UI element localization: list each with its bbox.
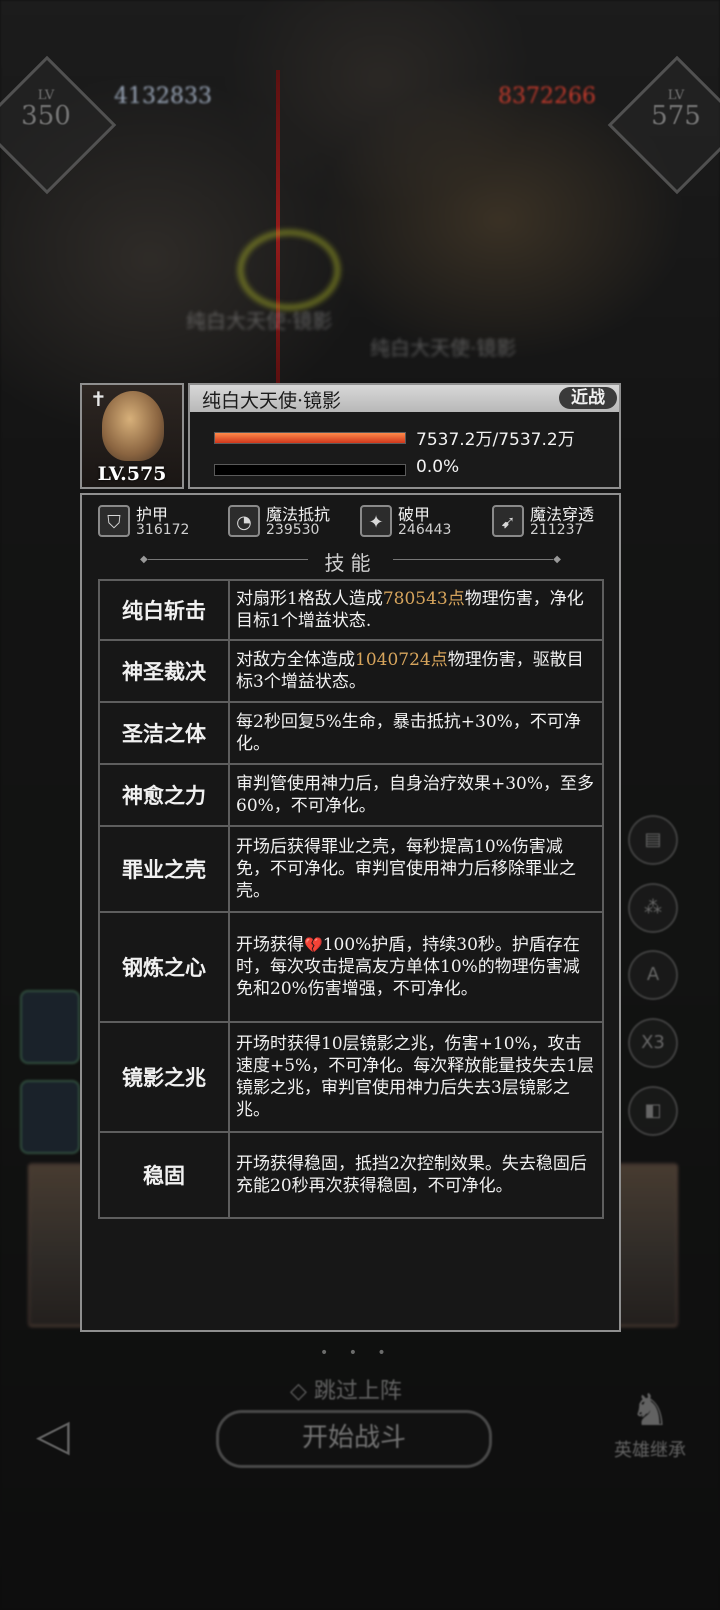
skill-name: 稳固 [98, 1131, 230, 1219]
skip-deploy-label: 跳过上阵 [313, 1379, 402, 1404]
hp-text: 7537.2万/7537.2万 [416, 430, 575, 450]
stats-row: ⛉ 护甲 316172 ◔ 魔法抵抗 239530 ✦ 破甲 246443 ➹ … [98, 503, 608, 543]
skill-row: 神圣裁决 对敌方全体造成1040724点物理伤害，驱散目标3个增益状态。 [98, 639, 604, 703]
skill-description: 开场获得💔100%护盾，持续30秒。护盾存在时，每次攻击提高友方单体10%的物理… [228, 911, 604, 1023]
back-arrow-icon[interactable]: ◁ [36, 1410, 70, 1461]
card-button[interactable]: ◧ [628, 1086, 678, 1136]
skill-description: 开场后获得罪业之壳，每秒提高10%伤害减免，不可净化。审判官使用神力后移除罪业之… [228, 825, 604, 913]
lion-icon: ♞ [630, 1385, 670, 1436]
magic-penetration-icon: ➹ [492, 505, 524, 537]
unit-type-tag: 近战 [559, 387, 617, 409]
unit-portrait: ✝ LV.575 [80, 383, 184, 489]
skill-description: 审判管使用神力后，自身治疗效果+30%，至多60%，不可净化。 [228, 763, 604, 827]
skill-name: 镜影之兆 [98, 1021, 230, 1133]
stat-value: 246443 [398, 522, 452, 538]
magic-resist-icon: ◔ [228, 505, 260, 537]
left-level-badge-text: LV 350 [21, 88, 71, 131]
right-power-value: 8372266 [498, 84, 596, 109]
skill-name: 钢炼之心 [98, 911, 230, 1023]
codex-button[interactable]: ▤ [628, 815, 678, 865]
stat-value: 239530 [266, 522, 320, 538]
divider-ornament-icon: ◆ [140, 554, 148, 565]
hero-inherit-button[interactable]: ♞ 英雄继承 [600, 1385, 700, 1462]
energy-bar [214, 464, 406, 476]
skill-row: 神愈之力 审判管使用神力后，自身治疗效果+30%，至多60%，不可净化。 [98, 763, 604, 827]
divider-line [148, 559, 308, 560]
formation-button[interactable]: ⁂ [628, 883, 678, 933]
unit-name: 纯白大天使·镜影 [202, 390, 342, 412]
left-power-value: 4132833 [114, 84, 212, 109]
diamond-icon: ◇ [290, 1379, 307, 1404]
hero-inherit-label: 英雄继承 [614, 1440, 686, 1461]
skill-description: 开场时获得10层镜影之兆，伤害+10%，攻击速度+5%，不可净化。每次释放能量技… [228, 1021, 604, 1133]
auto-button[interactable]: A [628, 950, 678, 1000]
skill-description: 对敌方全体造成1040724点物理伤害，驱散目标3个增益状态。 [228, 639, 604, 703]
left-slot-gem[interactable] [20, 990, 80, 1064]
skills-section-title: ◆ 技能 ◆ [82, 547, 619, 575]
skills-table: 纯白斩击 对扇形1格敌人造成780543点物理伤害，净化目标1个增益状态. 神圣… [98, 579, 604, 1219]
speed-button[interactable]: X3 [628, 1018, 678, 1068]
unit-info-panel: ⛉ 护甲 316172 ◔ 魔法抵抗 239530 ✦ 破甲 246443 ➹ … [80, 493, 621, 1332]
page-indicator: • • • [320, 1345, 394, 1361]
broken-heart-icon: 💔 [304, 936, 323, 954]
unit-header: 纯白大天使·镜影 近战 7537.2万/7537.2万 0.0% [188, 383, 621, 489]
skill-name: 罪业之壳 [98, 825, 230, 913]
unit-title-bar: 纯白大天使·镜影 近战 [190, 385, 619, 412]
armor-icon: ⛉ [98, 505, 130, 537]
skill-description: 对扇形1格敌人造成780543点物理伤害，净化目标1个增益状态. [228, 579, 604, 641]
skip-deploy-toggle[interactable]: ◇ 跳过上阵 [290, 1373, 402, 1405]
unit-portrait-image [102, 391, 164, 461]
unit-level: LV.575 [97, 463, 167, 485]
skill-damage-value: 780543点 [382, 589, 465, 609]
skill-row: 圣洁之体 每2秒回复5%生命，暴击抵抗+30%，不可净化。 [98, 701, 604, 765]
skill-damage-value: 1040724点 [355, 650, 448, 670]
skill-name: 纯白斩击 [98, 579, 230, 641]
skill-row: 稳固 开场获得稳固，抵挡2次控制效果。失去稳固后充能20秒再次获得稳固，不可净化… [98, 1131, 604, 1219]
skill-row: 钢炼之心 开场获得💔100%护盾，持续30秒。护盾存在时，每次攻击提高友方单体1… [98, 911, 604, 1023]
cross-icon: ✝ [90, 387, 107, 411]
divider-ornament-icon: ◆ [553, 554, 561, 565]
skill-row: 镜影之兆 开场时获得10层镜影之兆，伤害+10%，攻击速度+5%，不可净化。每次… [98, 1021, 604, 1133]
hp-bar-fill [215, 433, 405, 443]
skill-row: 罪业之壳 开场后获得罪业之壳，每秒提高10%伤害减免，不可净化。审判官使用神力后… [98, 825, 604, 913]
skill-name: 圣洁之体 [98, 701, 230, 765]
divider-line [393, 559, 553, 560]
stat-value: 211237 [530, 522, 584, 538]
skill-description: 开场获得稳固，抵挡2次控制效果。失去稳固后充能20秒再次获得稳固，不可净化。 [228, 1131, 604, 1219]
skill-row: 纯白斩击 对扇形1格敌人造成780543点物理伤害，净化目标1个增益状态. [98, 579, 604, 641]
floating-unit-name: 纯白大天使·镜影 [186, 309, 333, 333]
target-ring-effect [238, 230, 340, 310]
hp-bar [214, 432, 406, 444]
skill-description: 每2秒回复5%生命，暴击抵抗+30%，不可净化。 [228, 701, 604, 765]
armor-break-icon: ✦ [360, 505, 392, 537]
left-slot-gem[interactable] [20, 1080, 80, 1154]
stat-value: 316172 [136, 522, 190, 538]
floating-unit-name: 纯白大天使·镜影 [370, 336, 517, 360]
skill-name: 神愈之力 [98, 763, 230, 827]
start-battle-button[interactable]: 开始战斗 [216, 1410, 492, 1468]
skills-title: 技能 [324, 551, 377, 575]
skill-name: 神圣裁决 [98, 639, 230, 703]
energy-text: 0.0% [416, 457, 460, 477]
right-level-badge-text: LV 575 [651, 88, 701, 131]
